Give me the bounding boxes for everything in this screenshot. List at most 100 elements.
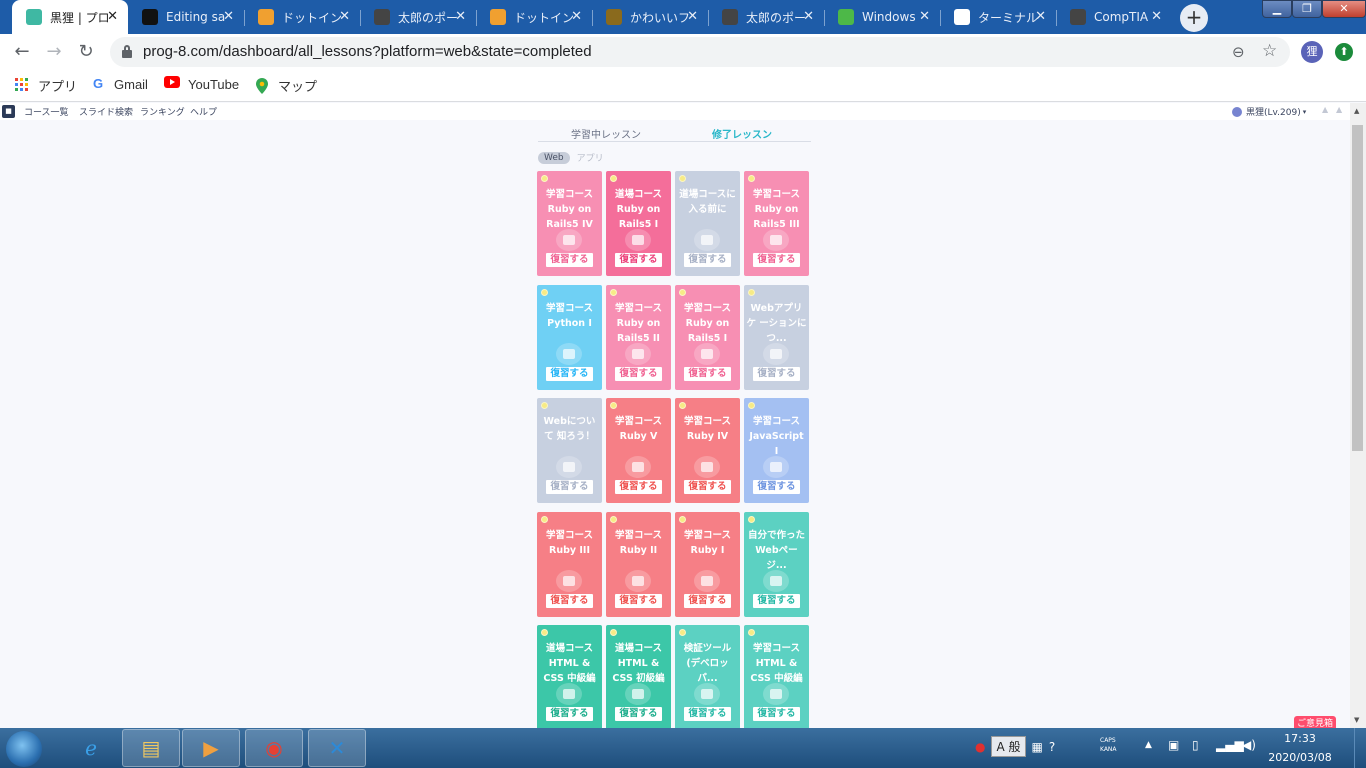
bookmark-youtube[interactable]: YouTube: [164, 76, 239, 92]
scrollbar-thumb[interactable]: [1352, 125, 1363, 451]
review-button[interactable]: 復習する: [546, 253, 593, 267]
help-icon[interactable]: ?: [1049, 740, 1055, 754]
review-button[interactable]: 復習する: [615, 593, 662, 608]
browser-tab[interactable]: 太郎のポー ✕: [360, 0, 476, 34]
browser-tab[interactable]: ドットイン ✕: [476, 0, 592, 34]
address-bar[interactable]: prog-8.com/dashboard/all_lessons?platfor…: [110, 37, 1290, 67]
browser-tab[interactable]: Windows ✕: [824, 0, 940, 34]
reload-button[interactable]: ↻: [74, 40, 98, 64]
new-tab-button[interactable]: +: [1180, 4, 1208, 32]
lesson-card[interactable]: 道場コース Ruby on Rails5 I 復習する: [606, 171, 671, 276]
review-button[interactable]: 復習する: [684, 366, 731, 381]
taskbar-app-button[interactable]: ℯ: [62, 729, 120, 767]
review-button[interactable]: 復習する: [684, 253, 731, 267]
lesson-card[interactable]: 学習コース Python I 復習する: [537, 284, 602, 390]
page-scrollbar[interactable]: ▲ ▼: [1350, 103, 1366, 728]
lesson-card[interactable]: 学習コース Ruby on Rails5 III 復習する: [744, 171, 809, 276]
scroll-up-arrow[interactable]: ▲: [1354, 107, 1359, 115]
lesson-card[interactable]: 学習コース Ruby IV 復習する: [675, 398, 740, 503]
tab-close-icon[interactable]: ✕: [455, 9, 466, 24]
clock[interactable]: 17:33 2020/03/08: [1268, 732, 1332, 764]
forward-button[interactable]: →: [42, 40, 66, 64]
zoom-icon[interactable]: ⊖: [1232, 43, 1245, 61]
user-menu[interactable]: 黒狸(Lv.209) ▾: [1232, 105, 1306, 118]
lesson-card[interactable]: Webアプリケ ーションにつ... 復習する: [744, 284, 809, 390]
browser-tab[interactable]: かわいいフ ✕: [592, 0, 708, 34]
tab-close-icon[interactable]: ✕: [1035, 9, 1046, 24]
notification-icon[interactable]: ▲: [1322, 105, 1328, 114]
back-button[interactable]: ←: [10, 40, 34, 64]
ime-tool-icon[interactable]: ▦: [1032, 740, 1043, 754]
device-icon[interactable]: ▯: [1192, 738, 1199, 752]
bookmark-apps[interactable]: アプリ: [14, 76, 77, 95]
browser-tab[interactable]: CompTIA ✕: [1056, 0, 1172, 34]
browser-tab[interactable]: 黒狸 | プロ ✕: [12, 0, 128, 34]
review-button[interactable]: 復習する: [753, 366, 800, 381]
tab-completed-lessons[interactable]: 修了レッスン: [674, 126, 810, 141]
review-button[interactable]: 復習する: [546, 593, 593, 608]
tab-close-icon[interactable]: ✕: [919, 9, 930, 24]
lesson-card[interactable]: 学習コース HTML & CSS 中級編 復習する: [744, 625, 809, 728]
review-button[interactable]: 復習する: [546, 480, 593, 494]
lesson-card[interactable]: Webについて 知ろう！ 復習する: [537, 398, 602, 503]
volume-icon[interactable]: ◀): [1242, 738, 1256, 752]
tab-close-icon[interactable]: ✕: [803, 9, 814, 24]
lesson-card[interactable]: 道場コース HTML & CSS 中級編 復習する: [537, 625, 602, 728]
browser-tab[interactable]: ドットイン ✕: [244, 0, 360, 34]
lesson-card[interactable]: 学習コース Ruby III 復習する: [537, 511, 602, 617]
lesson-card[interactable]: 道場コースに 入る前に 復習する: [675, 171, 740, 276]
lesson-card[interactable]: 検証ツール (デベロッパ... 復習する: [675, 625, 740, 728]
nav-help[interactable]: ヘルプ: [190, 105, 217, 118]
url-text[interactable]: prog-8.com/dashboard/all_lessons?platfor…: [143, 43, 592, 60]
tab-close-icon[interactable]: ✕: [1151, 9, 1162, 24]
tab-close-icon[interactable]: ✕: [223, 9, 234, 24]
nav-ranking[interactable]: ランキング: [140, 105, 185, 118]
lesson-card[interactable]: 学習コース JavaScript I 復習する: [744, 398, 809, 503]
review-button[interactable]: 復習する: [684, 707, 731, 721]
nav-slide-search[interactable]: スライド検索: [79, 105, 133, 118]
lesson-card[interactable]: 学習コース Ruby V 復習する: [606, 398, 671, 503]
browser-tab[interactable]: ターミナル ✕: [940, 0, 1056, 34]
taskbar-app-button[interactable]: ◉: [245, 729, 303, 767]
review-button[interactable]: 復習する: [615, 366, 662, 381]
review-button[interactable]: 復習する: [546, 366, 593, 381]
review-button[interactable]: 復習する: [546, 707, 593, 721]
start-button[interactable]: [6, 731, 42, 767]
site-logo[interactable]: ■: [2, 105, 15, 118]
show-desktop-button[interactable]: [1354, 728, 1366, 768]
alert-icon[interactable]: ●: [975, 740, 985, 754]
network-signal-icon[interactable]: ▂▄▆: [1216, 738, 1244, 752]
action-center-icon[interactable]: ▣: [1168, 738, 1179, 752]
taskbar-app-button[interactable]: ▶: [182, 729, 240, 767]
lesson-card[interactable]: 学習コース Ruby on Rails5 I 復習する: [675, 284, 740, 390]
ime-indicator[interactable]: A 般: [991, 736, 1026, 757]
review-button[interactable]: 復習する: [615, 480, 662, 494]
lesson-card[interactable]: 自分で作った Webページ... 復習する: [744, 511, 809, 617]
taskbar-app-button[interactable]: ▤: [122, 729, 180, 767]
profile-avatar[interactable]: 狸: [1301, 41, 1323, 63]
tray-expand-icon[interactable]: ▲: [1145, 740, 1152, 750]
review-button[interactable]: 復習する: [753, 480, 800, 494]
window-close-button[interactable]: ✕: [1322, 0, 1366, 18]
window-minimize-button[interactable]: ▁: [1262, 0, 1292, 18]
review-button[interactable]: 復習する: [753, 707, 800, 721]
extension-update-icon[interactable]: ⬆: [1335, 43, 1353, 61]
bookmark-gmail[interactable]: G Gmail: [90, 76, 148, 92]
platform-app-pill[interactable]: アプリ: [577, 151, 604, 164]
browser-tab[interactable]: Editing sa ✕: [128, 0, 244, 34]
lesson-card[interactable]: 道場コース HTML & CSS 初級編 復習する: [606, 625, 671, 728]
browser-tab[interactable]: 太郎のポー ✕: [708, 0, 824, 34]
review-button[interactable]: 復習する: [615, 253, 662, 267]
window-maximize-button[interactable]: ❐: [1292, 0, 1322, 18]
bookmark-maps[interactable]: マップ: [254, 76, 317, 95]
review-button[interactable]: 復習する: [684, 480, 731, 494]
review-button[interactable]: 復習する: [615, 707, 662, 721]
lesson-card[interactable]: 学習コース Ruby on Rails5 II 復習する: [606, 284, 671, 390]
tab-close-icon[interactable]: ✕: [107, 9, 118, 24]
tab-close-icon[interactable]: ✕: [687, 9, 698, 24]
platform-web-pill[interactable]: Web: [538, 151, 570, 164]
review-button[interactable]: 復習する: [753, 593, 800, 608]
lesson-card[interactable]: 学習コース Ruby II 復習する: [606, 511, 671, 617]
lesson-card[interactable]: 学習コース Ruby I 復習する: [675, 511, 740, 617]
message-icon[interactable]: ▲: [1336, 105, 1342, 114]
